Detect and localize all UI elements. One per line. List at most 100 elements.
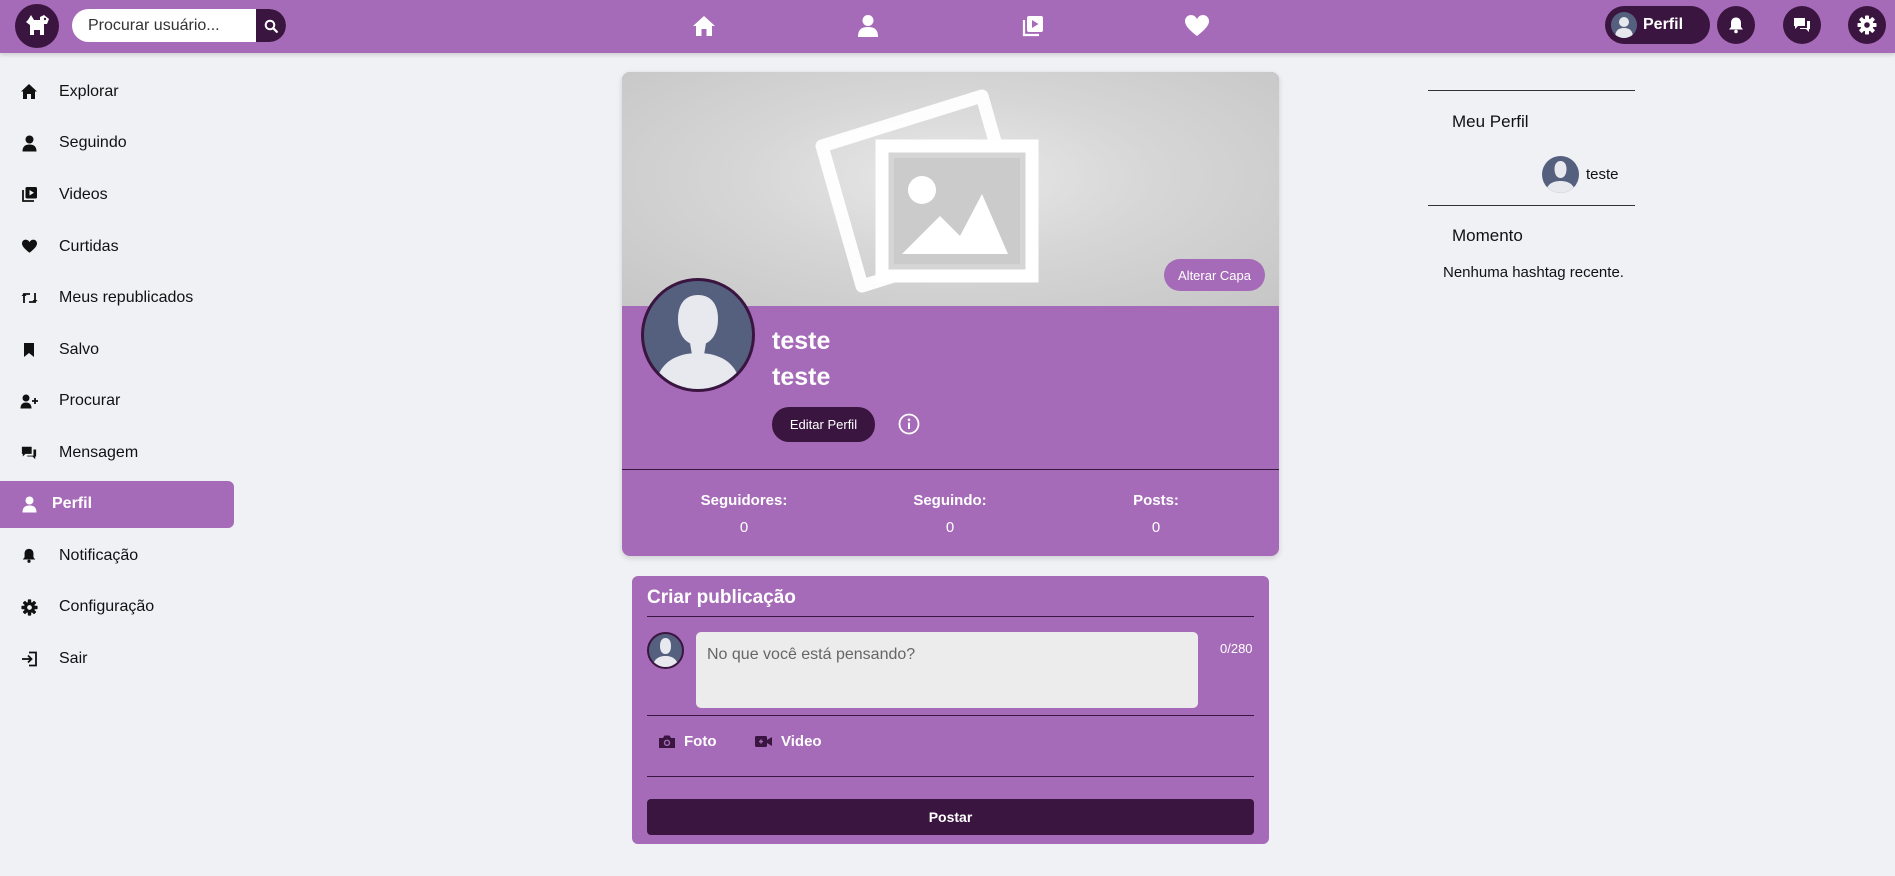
- posts-count: 0: [1151, 519, 1161, 536]
- posts-label: Posts:: [1133, 492, 1179, 509]
- create-post-title: Criar publicação: [647, 587, 796, 608]
- avatar: [1542, 156, 1579, 193]
- sidebar-item-seguindo[interactable]: Seguindo: [0, 118, 234, 170]
- top-bar: Perfil: [0, 0, 1895, 53]
- home-icon: [693, 16, 715, 36]
- char-counter: 0/280: [1220, 641, 1253, 656]
- header-profile-label: Perfil: [1643, 16, 1684, 33]
- retweet-icon: [20, 289, 38, 307]
- sidebar-item-mensagem[interactable]: Mensagem: [0, 427, 234, 479]
- divider: [622, 469, 1279, 470]
- posts-stat[interactable]: Posts: 0: [1086, 492, 1226, 536]
- my-profile-name: teste: [1586, 166, 1619, 183]
- moment-title: Momento: [1452, 226, 1523, 245]
- nav-videos-button[interactable]: [1018, 11, 1048, 41]
- nav-likes-button[interactable]: [1182, 11, 1212, 41]
- info-icon: [898, 413, 920, 435]
- sidebar-item-label: Procurar: [59, 392, 121, 410]
- avatar: [647, 632, 684, 669]
- sidebar-item-sair[interactable]: Sair: [0, 633, 234, 685]
- comments-icon: [1794, 18, 1810, 32]
- header-profile-button[interactable]: Perfil: [1605, 6, 1710, 44]
- divider: [1428, 205, 1635, 206]
- search-button[interactable]: [256, 9, 286, 42]
- followers-count: 0: [739, 519, 749, 536]
- sidebar-item-notificacao[interactable]: Notificação: [0, 530, 234, 582]
- user-icon: [20, 495, 38, 513]
- logout-icon: [20, 650, 38, 668]
- nav-home-button[interactable]: [689, 11, 719, 41]
- messages-button[interactable]: [1783, 6, 1821, 44]
- sidebar-item-label: Notificação: [59, 546, 139, 564]
- sidebar-item-label: Mensagem: [59, 443, 139, 461]
- user-icon: [20, 134, 38, 152]
- my-profile-title: Meu Perfil: [1452, 112, 1529, 131]
- home-icon: [20, 83, 38, 101]
- no-hashtags-text: Nenhuma hashtag recente.: [1443, 264, 1624, 281]
- dog-logo-icon[interactable]: [15, 4, 59, 48]
- post-textarea[interactable]: [696, 632, 1198, 708]
- bookmark-icon: [20, 341, 38, 359]
- heart-icon: [1185, 15, 1209, 36]
- avatar: [1611, 12, 1637, 38]
- user-plus-icon: [20, 392, 38, 410]
- bell-icon: [1729, 17, 1743, 34]
- notifications-button[interactable]: [1717, 6, 1755, 44]
- add-video-label: Video: [781, 733, 822, 750]
- sidebar-item-label: Meus republicados: [59, 289, 194, 307]
- search-input[interactable]: [72, 9, 258, 42]
- divider: [647, 715, 1254, 716]
- camera-icon: [658, 734, 676, 749]
- nav-profile-button[interactable]: [853, 11, 883, 41]
- add-video-button[interactable]: Video: [754, 733, 822, 750]
- sidebar-item-perfil[interactable]: Perfil: [0, 480, 234, 528]
- gear-icon: [1857, 15, 1877, 35]
- sidebar-item-label: Salvo: [59, 340, 100, 358]
- cover-image: Alterar Capa: [622, 72, 1279, 306]
- sidebar-item-label: Videos: [59, 185, 108, 203]
- comments-icon: [20, 444, 38, 462]
- add-photo-button[interactable]: Foto: [658, 733, 716, 750]
- sidebar-item-label: Seguindo: [59, 134, 127, 152]
- sidebar-item-configuracao[interactable]: Configuração: [0, 581, 234, 633]
- add-photo-label: Foto: [684, 733, 717, 750]
- my-profile-link[interactable]: teste: [1542, 156, 1619, 193]
- sidebar: Explorar Seguindo Videos Curtidas Meus r…: [0, 66, 234, 685]
- sidebar-item-explorar[interactable]: Explorar: [0, 66, 234, 118]
- profile-username: teste: [772, 363, 831, 391]
- profile-card: Alterar Capa teste teste Editar Perfil S…: [622, 72, 1279, 556]
- sidebar-item-procurar[interactable]: Procurar: [0, 376, 234, 428]
- followers-stat[interactable]: Seguidores: 0: [674, 492, 814, 536]
- sidebar-item-videos[interactable]: Videos: [0, 169, 234, 221]
- following-stat[interactable]: Seguindo: 0: [880, 492, 1020, 536]
- sidebar-item-label: Configuração: [59, 598, 155, 616]
- bell-icon: [20, 547, 38, 565]
- edit-profile-button[interactable]: Editar Perfil: [772, 407, 875, 442]
- video-icon: [1022, 16, 1043, 37]
- heart-icon: [20, 238, 38, 256]
- sidebar-item-label: Curtidas: [59, 237, 119, 255]
- divider: [647, 616, 1254, 617]
- info-button[interactable]: [897, 412, 921, 436]
- sidebar-item-meus-republicados[interactable]: Meus republicados: [0, 272, 234, 324]
- submit-post-button[interactable]: Postar: [647, 799, 1254, 835]
- sidebar-item-salvo[interactable]: Salvo: [0, 324, 234, 376]
- following-label: Seguindo:: [913, 492, 987, 509]
- video-camera-icon: [754, 735, 773, 748]
- gear-icon: [20, 598, 38, 616]
- settings-button[interactable]: [1848, 6, 1886, 44]
- user-icon: [858, 15, 878, 37]
- following-count: 0: [945, 519, 955, 536]
- sidebar-item-curtidas[interactable]: Curtidas: [0, 221, 234, 273]
- profile-name: teste: [772, 327, 831, 355]
- create-post-card: Criar publicação 0/280 Foto Video Postar: [632, 576, 1269, 844]
- sidebar-item-label: Explorar: [59, 82, 119, 100]
- search-icon: [264, 19, 278, 33]
- sidebar-item-label: Perfil: [52, 495, 93, 513]
- profile-avatar[interactable]: [641, 278, 755, 392]
- followers-label: Seguidores:: [700, 492, 788, 509]
- video-icon: [20, 186, 38, 204]
- search-box: [72, 9, 286, 42]
- divider: [1428, 90, 1635, 91]
- change-cover-button[interactable]: Alterar Capa: [1164, 259, 1265, 291]
